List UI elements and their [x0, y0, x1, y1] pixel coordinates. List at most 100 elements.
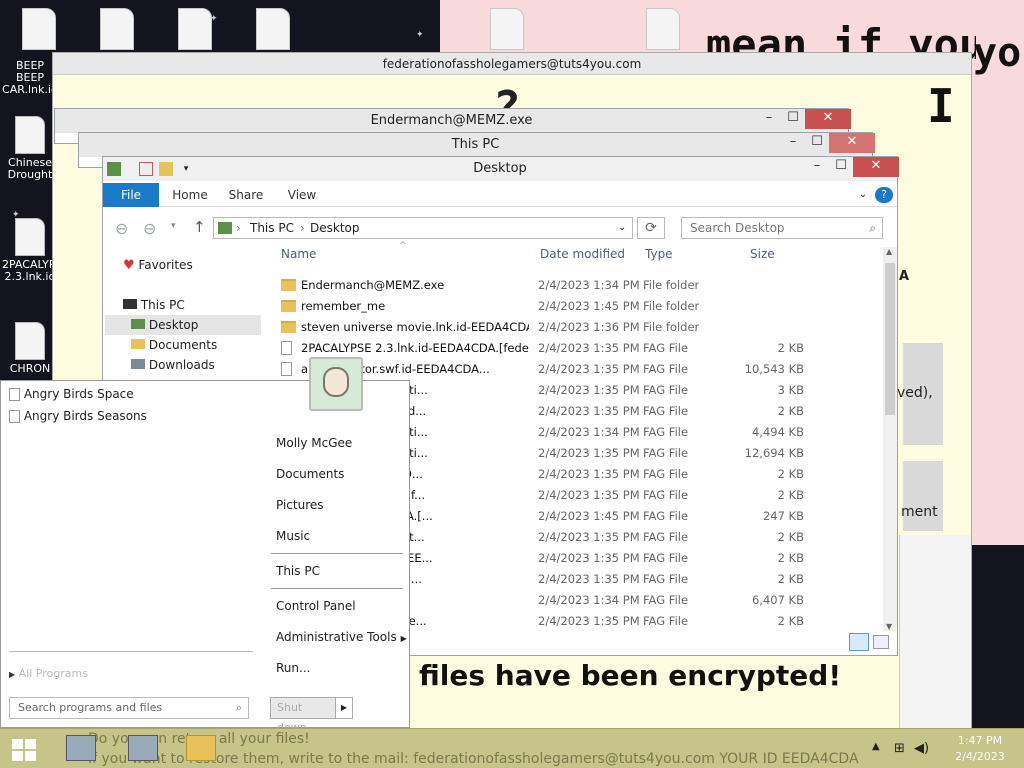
column-type[interactable]: Type [645, 247, 673, 261]
start-item-admin-tools[interactable]: Administrative Tools ▶ [276, 630, 407, 644]
help-icon[interactable]: ? [875, 187, 893, 203]
document-icon [9, 410, 20, 423]
program-label: Angry Birds Seasons [23, 409, 147, 423]
breadcrumb-this-pc[interactable]: This PC [250, 218, 294, 238]
sort-arrow-icon: ^ [399, 241, 407, 251]
maximize-button[interactable]: ☐ [829, 157, 853, 177]
start-search-input[interactable]: Search programs and files ⌕ [9, 697, 249, 719]
column-size[interactable]: Size [750, 247, 775, 261]
large-icons-view-icon[interactable] [873, 635, 889, 649]
search-icon: ⌕ [869, 221, 876, 235]
desktop-file-icon[interactable] [22, 8, 56, 50]
file-row[interactable]: remember_me 2/4/2023 1:45 PM File folder [281, 296, 885, 317]
new-folder-icon[interactable] [159, 162, 173, 176]
start-item-control-panel[interactable]: Control Panel [276, 599, 356, 613]
documents-icon [131, 339, 145, 349]
start-user-name[interactable]: Molly McGee [276, 436, 352, 450]
volume-icon[interactable]: ◀) [914, 741, 929, 756]
tab-share[interactable]: Share [221, 183, 271, 207]
network-icon[interactable]: ⊞ [894, 741, 905, 756]
start-item-this-pc[interactable]: This PC [276, 564, 320, 578]
network-computer-icon[interactable] [66, 735, 96, 761]
details-view-icon[interactable] [849, 633, 869, 651]
close-button[interactable]: ✕ [805, 109, 851, 129]
close-button[interactable]: ✕ [853, 157, 899, 177]
nav-this-pc[interactable]: This PC [123, 295, 185, 315]
close-button[interactable]: ✕ [829, 133, 875, 153]
minimize-button[interactable]: – [805, 157, 829, 177]
forward-arrow-icon[interactable]: ⊖ [143, 219, 156, 238]
desktop-file-icon[interactable] [646, 8, 680, 50]
folder-icon [281, 321, 296, 333]
vertical-scrollbar[interactable]: ▲ ▼ [883, 247, 897, 631]
file-name: steven universe movie.lnk.id-EEDA4CDA... [301, 320, 529, 334]
up-arrow-icon[interactable]: ↑ [193, 218, 206, 236]
desktop-icon[interactable]: Chinese Drought [2, 116, 58, 181]
tray-chevron-icon[interactable]: ▲ [872, 741, 880, 752]
start-item-run[interactable]: Run... [276, 661, 310, 675]
tab-file[interactable]: File [103, 183, 159, 207]
ransom-scrollbar[interactable] [899, 535, 971, 731]
chevron-down-icon[interactable]: ⌄ [618, 218, 626, 238]
start-item-pictures[interactable]: Pictures [276, 498, 324, 512]
tab-view[interactable]: View [279, 183, 325, 207]
refresh-button[interactable]: ⟳ [637, 217, 665, 239]
file-row[interactable]: steven universe movie.lnk.id-EEDA4CDA...… [281, 317, 885, 338]
chevron-down-icon[interactable]: ⌄ [853, 183, 873, 207]
search-placeholder: Search programs and files [18, 701, 163, 714]
network-computer-icon[interactable] [128, 735, 158, 761]
file-row[interactable]: Endermanch@MEMZ.exe 2/4/2023 1:34 PM File … [281, 275, 885, 296]
column-date[interactable]: Date modified [540, 247, 625, 261]
start-menu[interactable]: Angry Birds Space Angry Birds Seasons ▶ … [0, 357, 410, 734]
scroll-down-icon[interactable]: ▼ [886, 622, 892, 631]
minimize-button[interactable]: – [757, 109, 781, 129]
start-item-documents[interactable]: Documents [276, 467, 344, 481]
shutdown-options-icon[interactable]: ▶ [335, 697, 353, 719]
maximize-button[interactable]: ☐ [781, 109, 805, 129]
scroll-thumb[interactable] [885, 263, 895, 415]
document-icon [281, 341, 292, 355]
shutdown-button[interactable]: Shut down [270, 697, 336, 734]
properties-icon[interactable] [139, 162, 153, 176]
file-size: 2 KB [777, 467, 804, 481]
minimize-button[interactable]: – [781, 133, 805, 153]
titlebar: This PC – ☐ ✕ [79, 133, 875, 157]
windows-logo-icon[interactable] [12, 739, 38, 761]
desktop-file-icon[interactable] [178, 8, 212, 50]
desktop-file-icon[interactable] [256, 8, 290, 50]
start-item-music[interactable]: Music [276, 529, 310, 543]
breadcrumb-desktop[interactable]: Desktop [310, 218, 360, 238]
program-item[interactable]: Angry Birds Space [9, 387, 134, 401]
file-explorer-icon[interactable] [186, 735, 216, 761]
recent-chevron-icon[interactable]: ▾ [171, 221, 176, 231]
desktop-icon[interactable]: CHRON [2, 322, 58, 375]
nav-documents[interactable]: Documents [131, 335, 217, 355]
chevron-down-icon[interactable]: ▾ [179, 162, 193, 176]
desktop-file-icon[interactable] [100, 8, 134, 50]
address-bar[interactable]: › This PC › Desktop ⌄ [213, 217, 633, 239]
file-date: 2/4/2023 1:35 PM [538, 551, 640, 565]
nav-downloads[interactable]: Downloads [131, 355, 215, 375]
nav-desktop[interactable]: Desktop [105, 315, 261, 335]
ransom-headline: files have been encrypted! [419, 659, 842, 692]
file-size: 2 KB [777, 404, 804, 418]
user-avatar[interactable] [309, 357, 363, 411]
nav-favorites[interactable]: ♥ Favorites [123, 255, 193, 275]
tab-home[interactable]: Home [165, 183, 215, 207]
file-row[interactable]: a a simulator.swf.id-EEDA4CDA... 2/4/2023… [281, 359, 885, 380]
desktop-icon [131, 319, 145, 329]
back-arrow-icon[interactable]: ⊖ [115, 219, 128, 238]
maximize-button[interactable]: ☐ [805, 133, 829, 153]
scroll-up-icon[interactable]: ▲ [886, 247, 892, 256]
search-input[interactable]: Search Desktop ⌕ [681, 217, 883, 239]
file-size: 2 KB [777, 551, 804, 565]
desktop-file-icon[interactable] [490, 8, 524, 50]
taskbar: Do you can return all your files! If you… [0, 728, 1024, 768]
desktop-icon[interactable]: BEEP BEEP CAR.lnk.id [2, 60, 58, 96]
column-name[interactable]: Name [281, 247, 316, 261]
all-programs-link[interactable]: ▶ All Programs [9, 667, 88, 680]
desktop-icon[interactable]: 2PACALYPSE 2.3.lnk.id [2, 218, 69, 283]
file-row[interactable]: 2PACALYPSE 2.3.lnk.id-EEDA4CDA.[federa..… [281, 338, 885, 359]
clock[interactable]: 1:47 PM 2/4/2023 [950, 733, 1010, 765]
program-item[interactable]: Angry Birds Seasons [9, 409, 147, 423]
